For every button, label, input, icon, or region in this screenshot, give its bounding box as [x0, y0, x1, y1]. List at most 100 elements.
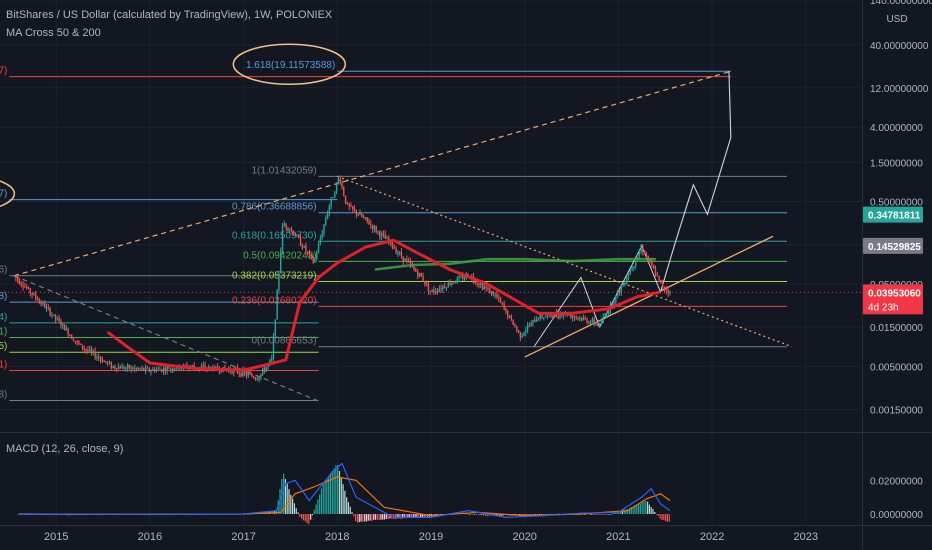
macd-histogram-bar	[356, 514, 359, 523]
macd-histogram-bar	[286, 483, 288, 515]
macd-histogram-bar	[365, 514, 368, 522]
candle-body	[245, 372, 248, 376]
macd-histogram-bar	[659, 514, 661, 519]
candle-body	[595, 323, 597, 325]
candle-body	[130, 367, 132, 369]
candle-body	[624, 284, 626, 286]
candle-body	[262, 368, 264, 374]
candle-body	[168, 366, 170, 369]
candle-body	[604, 315, 606, 317]
candle-body	[326, 212, 329, 219]
candle-body	[501, 302, 504, 305]
candle-body	[20, 283, 22, 286]
macd-histogram-bar	[596, 514, 598, 515]
candle-body	[463, 277, 466, 279]
candle-body	[350, 206, 352, 208]
candle-body	[415, 269, 417, 272]
candle-body	[425, 283, 428, 285]
candle-body	[25, 286, 28, 289]
macd-histogram-bar	[654, 511, 656, 515]
candle-body	[305, 246, 307, 252]
candle-body	[69, 334, 71, 336]
candle-body	[489, 288, 491, 294]
candle-body	[283, 223, 286, 227]
macd-histogram-bar	[340, 477, 342, 515]
candle-body	[126, 364, 129, 368]
chart-title: BitShares / US Dollar (calculated by Tra…	[6, 9, 333, 21]
time-axis[interactable]: 2015 2016 2017 2018 2019 2020 2021 2022 2023	[44, 531, 818, 543]
candle-body	[339, 178, 341, 183]
fib-level-label: 0.786(0.36688856)	[232, 202, 317, 213]
macd-histogram-bar	[666, 514, 669, 522]
candle-body	[171, 368, 174, 370]
candle-body	[90, 349, 93, 352]
candle-body	[36, 298, 39, 301]
macd-histogram-bar	[639, 503, 641, 515]
time-tick-label: 2019	[419, 531, 443, 543]
macd-histogram-bar	[533, 514, 535, 515]
macd-histogram-bar	[661, 514, 663, 520]
macd-histogram-bar	[598, 514, 600, 515]
candle-body	[334, 192, 336, 198]
candle-body	[598, 323, 601, 326]
candle-body	[29, 288, 31, 294]
macd-histogram-bar	[335, 465, 337, 515]
macd-histogram-bar	[360, 514, 362, 522]
candle-body	[400, 252, 403, 257]
candle-body	[47, 307, 49, 309]
candle-body	[505, 308, 507, 312]
candle-body	[135, 367, 138, 369]
candle-body	[649, 260, 651, 262]
candle-body	[607, 310, 610, 315]
macd-histogram-bar	[299, 514, 301, 517]
macd-histogram-bar	[351, 512, 353, 515]
candle-body	[575, 316, 577, 318]
candle-body	[346, 203, 349, 205]
candle-body	[330, 197, 332, 206]
candle-body	[541, 314, 543, 318]
candle-body	[256, 378, 259, 380]
candle-body	[58, 318, 60, 322]
candle-body	[503, 304, 505, 309]
candle-body	[141, 367, 143, 369]
candle-body	[370, 224, 372, 226]
candle-body	[335, 182, 338, 193]
candle-body	[589, 322, 592, 324]
candle-body	[325, 218, 327, 225]
macd-histogram-bar	[310, 514, 312, 520]
macd-histogram-bar	[301, 514, 303, 519]
candle-body	[458, 277, 460, 279]
candle-body	[108, 362, 111, 364]
candle-body	[380, 233, 383, 237]
candle-body	[105, 360, 107, 363]
macd-histogram-bar	[293, 503, 296, 515]
candle-body	[620, 286, 622, 293]
candle-body	[281, 226, 284, 251]
candle-body	[301, 245, 304, 248]
chart-canvas[interactable]: 1(0.06303456) 0.786(0.03015068) 0.618(0.01…	[0, 0, 932, 550]
candle-body	[600, 322, 603, 324]
candle-body	[665, 289, 668, 291]
macd-histogram-bar	[380, 514, 382, 520]
candle-body	[112, 366, 114, 368]
candle-body	[155, 369, 158, 372]
macd-histogram-bar	[364, 514, 366, 522]
candle-body	[280, 250, 282, 274]
macd-histogram-bar	[322, 483, 324, 515]
macd-histogram-bar	[589, 514, 591, 515]
candle-body	[375, 226, 377, 232]
macd-label: MACD (12, 26, close, 9)	[6, 443, 124, 455]
macd-tick-label: 0.00000000	[870, 510, 923, 521]
fib-level-label: 1(0.06303456)	[0, 265, 7, 276]
candle-body	[480, 283, 482, 285]
candle-body	[643, 251, 646, 255]
candle-body	[258, 377, 260, 380]
candle-body	[271, 358, 273, 360]
candle-body	[144, 367, 147, 371]
macd-histogram-bar	[663, 514, 665, 521]
candle-body	[170, 368, 172, 370]
candle-body	[642, 248, 644, 252]
candle-body	[476, 283, 478, 285]
candle-body	[404, 258, 406, 262]
candle-body	[362, 216, 365, 218]
